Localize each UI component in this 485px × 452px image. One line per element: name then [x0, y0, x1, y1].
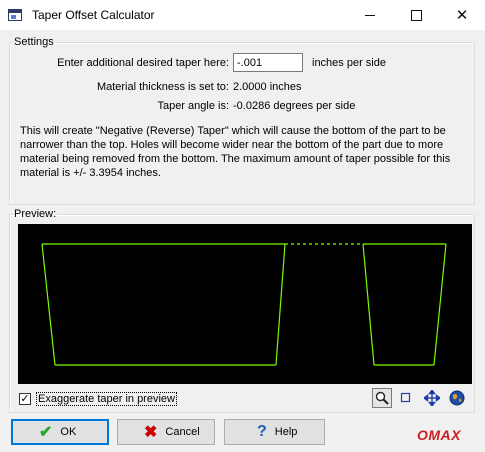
thickness-value: 2.0000 inches: [233, 81, 302, 93]
part-right-side: [433, 243, 447, 366]
close-icon: ✕: [455, 6, 469, 24]
taper-description: This will create "Negative (Reverse) Tap…: [20, 125, 451, 179]
preview-legend: Preview:: [14, 208, 57, 220]
rectangle-icon: [400, 392, 411, 403]
ok-label: OK: [60, 426, 77, 438]
zoom-tool-button[interactable]: [372, 388, 392, 408]
globe-icon: [449, 390, 465, 406]
help-label: Help: [274, 426, 298, 438]
settings-legend: Settings: [14, 36, 54, 48]
hole-left-edge: [275, 243, 286, 366]
pan-tool-button[interactable]: [422, 388, 442, 408]
thickness-label: Material thickness is set to:: [96, 81, 229, 93]
rectangle-tool-button[interactable]: [396, 388, 416, 408]
taper-label: Enter additional desired taper here:: [57, 57, 229, 69]
cross-icon: ✖: [144, 424, 158, 441]
omax-logo: OMAX: [417, 427, 461, 443]
exaggerate-label[interactable]: Exaggerate taper in preview: [36, 392, 177, 406]
minimize-icon: [365, 14, 375, 16]
angle-value: -0.0286 degrees per side: [233, 100, 356, 112]
question-icon: ?: [257, 423, 267, 440]
cancel-label: Cancel: [165, 426, 200, 438]
part-left-side: [41, 243, 56, 366]
angle-label: Taper angle is:: [157, 100, 229, 112]
ok-button[interactable]: ✔ OK: [11, 419, 109, 445]
preview-drawing: [41, 243, 447, 366]
taper-units: inches per side: [312, 57, 386, 69]
help-button[interactable]: ? Help: [224, 419, 325, 445]
globe-tool-button[interactable]: [447, 388, 467, 408]
checkmark-icon: ✔: [39, 424, 53, 441]
minimize-button[interactable]: [347, 0, 393, 30]
maximize-button[interactable]: [393, 0, 439, 30]
cancel-button[interactable]: ✖ Cancel: [117, 419, 215, 445]
hole-right-edge: [362, 243, 375, 366]
pan-arrows-icon: [424, 390, 440, 406]
taper-input[interactable]: [233, 53, 303, 72]
magnifier-icon: [375, 391, 389, 405]
window-title: Taper Offset Calculator: [32, 8, 155, 22]
title-bar: Taper Offset Calculator ✕: [0, 0, 485, 30]
close-button[interactable]: ✕: [439, 0, 485, 30]
preview-canvas[interactable]: [18, 224, 472, 384]
maximize-icon: [410, 9, 422, 21]
app-window-icon: [8, 9, 22, 21]
exaggerate-checkbox[interactable]: ✓: [19, 393, 31, 405]
